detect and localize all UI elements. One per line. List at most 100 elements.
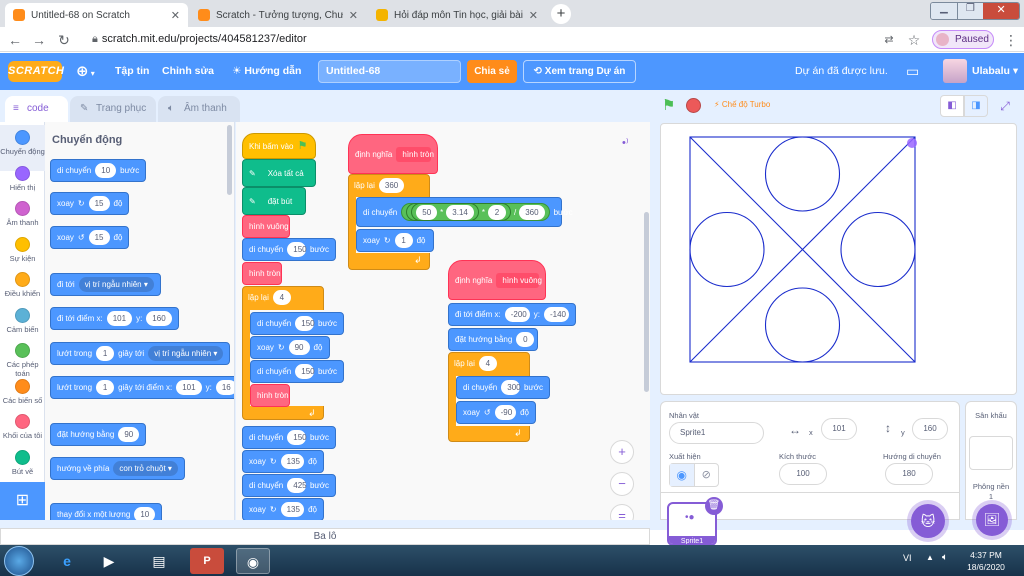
stage-thumbnail[interactable] bbox=[969, 436, 1013, 470]
block-input[interactable]: 4 bbox=[478, 356, 497, 371]
translate-icon[interactable]: ⇄ bbox=[880, 31, 898, 49]
zoom-reset-button[interactable]: = bbox=[610, 504, 634, 520]
block-input[interactable]: 1 bbox=[96, 380, 115, 395]
share-button[interactable]: Chia sẻ bbox=[467, 60, 517, 83]
browser-tab-scratch-home[interactable]: Scratch - Tưởng tượng, Chương t ✕ bbox=[190, 3, 366, 27]
window-close-icon[interactable]: ✕ bbox=[983, 3, 1019, 19]
project-title-input[interactable]: Untitled-68 bbox=[318, 60, 461, 83]
palette-point-towards-block[interactable]: hướng về phía con trỏ chuột ▾ bbox=[50, 457, 185, 480]
block-input[interactable]: 160 bbox=[146, 311, 172, 326]
turn-right-block[interactable]: xoay ↻ 135 độ bbox=[242, 450, 324, 473]
palette-turn-right-block[interactable]: xoay ↻ 15 độ bbox=[50, 192, 130, 215]
block-input[interactable]: 101 bbox=[176, 380, 202, 395]
move-block[interactable]: di chuyển 150 bước bbox=[242, 238, 336, 261]
choose-sprite-icon[interactable]: 🐱︎ bbox=[911, 504, 945, 538]
clock[interactable]: 4:37 PM 18/6/2020 bbox=[964, 549, 1008, 573]
block-input[interactable]: 10 bbox=[134, 507, 156, 520]
move-block[interactable]: di chuyển 150 bước bbox=[242, 426, 336, 449]
scratch-logo[interactable]: SCRATCH bbox=[8, 61, 64, 82]
block-input[interactable]: 150 bbox=[287, 242, 307, 257]
turn-right-block[interactable]: xoay ↻ 90 độ bbox=[250, 336, 330, 359]
when-flag-clicked-block[interactable]: Khi bấm vào ⚑ bbox=[242, 133, 316, 159]
delete-sprite-icon[interactable]: 🗑︎ bbox=[705, 497, 723, 515]
block-input[interactable]: 3.14 bbox=[446, 204, 474, 220]
x-input[interactable]: 101 bbox=[821, 418, 857, 440]
eye-hidden-icon[interactable]: ⊘ bbox=[695, 464, 719, 486]
palette-change-x-block[interactable]: thay đổi x một lượng 10 bbox=[50, 503, 163, 520]
browser-tab-hoidap[interactable]: Hỏi đáp môn Tin học, giải bài tập ✕ bbox=[368, 3, 546, 27]
menu-tutorials[interactable]: ☀ Hướng dẫn bbox=[232, 53, 301, 90]
see-project-page-button[interactable]: ⟲ Xem trang Dự án bbox=[523, 60, 636, 83]
new-tab-plus-icon[interactable]: + bbox=[551, 4, 571, 24]
move-expression-block[interactable]: di chuyển 50 * 3.14 * 2 /360 bước bbox=[356, 197, 573, 227]
block-input[interactable]: 90 bbox=[118, 427, 140, 442]
block-input[interactable]: 1 bbox=[394, 233, 413, 248]
point-direction-block[interactable]: đặt hướng bằng 0 bbox=[448, 328, 538, 351]
eye-icon[interactable]: ◉ bbox=[670, 464, 695, 486]
close-tab-icon[interactable]: ✕ bbox=[529, 9, 538, 22]
call-circle-block[interactable]: hình tròn bbox=[242, 262, 282, 285]
stop-button[interactable] bbox=[686, 98, 701, 113]
tab-code[interactable]: ≡ code bbox=[5, 96, 68, 122]
palette-glide-xy-block[interactable]: lướt trong 1 giây tới điểm x: 101 y: 16 bbox=[50, 376, 234, 399]
turn-left-block[interactable]: xoay ↺ -90 độ bbox=[456, 401, 536, 424]
block-input[interactable]: 150 bbox=[287, 430, 307, 445]
input-language[interactable]: VI bbox=[903, 553, 912, 563]
block-input[interactable]: 101 bbox=[106, 311, 133, 326]
turn-right-block[interactable]: xoay ↻ 1 độ bbox=[356, 229, 434, 252]
code-workspace[interactable]: Khi bấm vào ⚑ ✎ Xóa tất cả ✎ đặt bút hình v… bbox=[236, 122, 650, 520]
define-circle-block[interactable]: định nghĩa hình tròn bbox=[348, 134, 438, 174]
block-input[interactable]: 1 bbox=[96, 346, 115, 361]
move-block[interactable]: di chuyển 150 bước bbox=[250, 312, 344, 335]
block-input[interactable]: 10 bbox=[95, 163, 117, 178]
palette-scrollbar[interactable] bbox=[227, 125, 232, 195]
my-stuff-folder-icon[interactable]: ▭ bbox=[906, 53, 919, 90]
reload-icon[interactable]: ↻ bbox=[55, 31, 73, 49]
block-input[interactable]: 360 bbox=[519, 204, 545, 220]
block-input[interactable]: 425 bbox=[287, 478, 307, 493]
add-extension-button[interactable]: ⊞ bbox=[0, 482, 45, 520]
block-input[interactable]: 50 bbox=[416, 204, 438, 220]
zoom-in-button[interactable]: + bbox=[610, 440, 634, 464]
divide-operator[interactable]: 50 * 3.14 * 2 /360 bbox=[401, 203, 550, 221]
language-globe-icon[interactable]: ⊕ ▾ bbox=[76, 53, 95, 90]
block-input[interactable]: -200 bbox=[504, 307, 530, 322]
multiply-operator[interactable]: 50 * 3.14 * 2 bbox=[406, 203, 511, 221]
bookmark-star-icon[interactable]: ☆ bbox=[905, 31, 923, 49]
block-input[interactable]: 15 bbox=[88, 196, 110, 211]
palette-move-block[interactable]: di chuyển 10 bước bbox=[50, 159, 147, 182]
block-input[interactable]: 0 bbox=[516, 332, 535, 347]
block-input[interactable]: 4 bbox=[272, 290, 291, 305]
windows-start-icon[interactable] bbox=[4, 546, 34, 576]
maximize-icon[interactable]: ❐ bbox=[956, 3, 984, 19]
chrome-icon[interactable]: ◉ bbox=[236, 548, 270, 574]
block-dropdown[interactable]: vị trí ngẫu nhiên ▾ bbox=[78, 277, 154, 292]
block-input[interactable]: 15 bbox=[88, 230, 110, 245]
small-stage-button[interactable]: ◧ bbox=[940, 95, 964, 117]
block-input[interactable]: 16 bbox=[215, 380, 234, 395]
file-explorer-icon[interactable]: ▤ bbox=[142, 548, 176, 574]
user-avatar[interactable] bbox=[943, 59, 967, 83]
palette-goto-xy-block[interactable]: đi tới điểm x: 101 y: 160 bbox=[50, 307, 179, 330]
stage[interactable] bbox=[660, 123, 1017, 395]
direction-input[interactable]: 180 bbox=[885, 463, 933, 485]
block-input[interactable]: -90 bbox=[494, 405, 517, 420]
back-arrow-icon[interactable]: ← bbox=[6, 31, 24, 49]
move-block[interactable]: di chuyển 300 bước bbox=[456, 376, 550, 399]
browser-tab-scratch-editor[interactable]: Untitled-68 on Scratch ✕ bbox=[5, 3, 188, 27]
sprite-on-stage[interactable] bbox=[907, 138, 917, 148]
y-input[interactable]: 160 bbox=[912, 418, 948, 440]
tab-costumes[interactable]: ✎ Trang phục bbox=[70, 96, 156, 122]
goto-xy-block[interactable]: đi tới điểm x: -200 y: -140 bbox=[448, 303, 576, 326]
minimize-icon[interactable]: ▁ bbox=[931, 3, 957, 19]
palette-glide-block[interactable]: lướt trong 1 giây tới vị trí ngẫu nhiên ▾ bbox=[50, 342, 231, 365]
close-tab-icon[interactable]: ✕ bbox=[349, 9, 358, 22]
block-dropdown[interactable]: vị trí ngẫu nhiên ▾ bbox=[148, 346, 224, 361]
block-input[interactable]: 135 bbox=[280, 454, 305, 469]
call-circle-block[interactable]: hình tròn bbox=[250, 384, 290, 407]
define-square-block[interactable]: định nghĩa hình vuông bbox=[448, 260, 546, 300]
block-input[interactable]: 360 bbox=[378, 178, 405, 193]
close-tab-icon[interactable]: ✕ bbox=[171, 9, 180, 22]
zoom-out-button[interactable]: − bbox=[610, 472, 634, 496]
block-dropdown[interactable]: con trỏ chuột ▾ bbox=[113, 461, 178, 476]
